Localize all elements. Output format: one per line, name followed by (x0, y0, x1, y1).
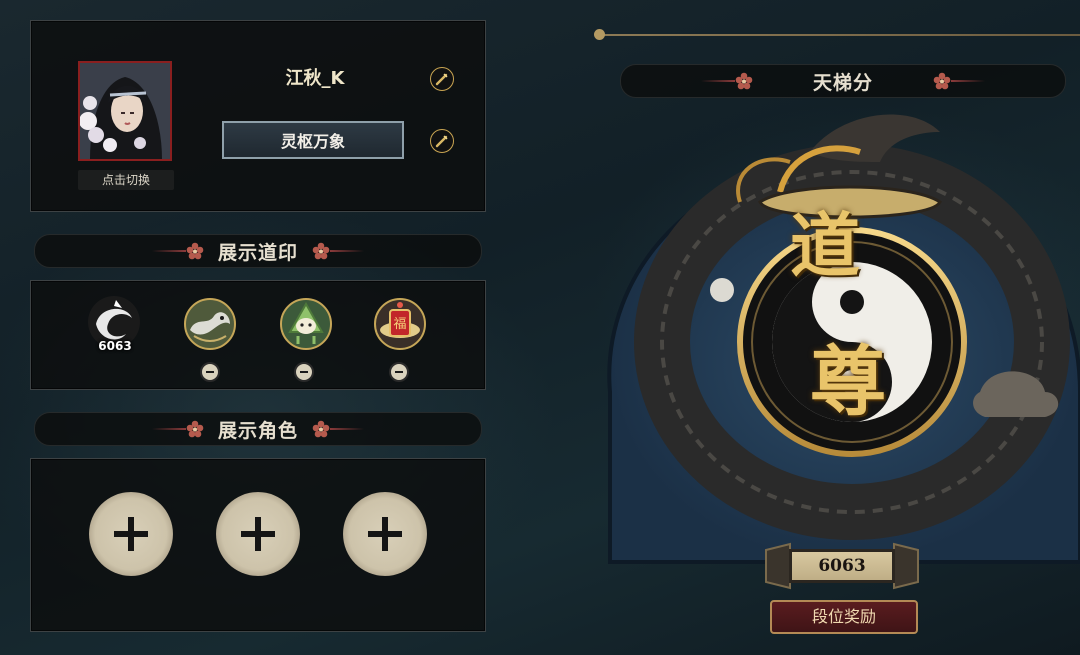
ladder-profile-screen: 点击切换 江秋_K 灵枢万象 展示道印 6063 福 展示角色 天梯分 道 尊 … (0, 0, 1080, 655)
ornament-right (312, 242, 364, 260)
plum-flower-icon (186, 242, 204, 260)
edit-title-button[interactable] (430, 129, 454, 153)
dragon-seal-icon (184, 298, 236, 350)
ornament-right (933, 72, 985, 90)
add-character-button-2[interactable] (216, 492, 300, 576)
characters-section-header: 展示角色 (34, 412, 482, 446)
edit-name-button[interactable] (430, 67, 454, 91)
svg-text:福: 福 (393, 317, 406, 332)
player-name: 江秋_K (285, 68, 345, 89)
seal-slot-3[interactable] (278, 296, 334, 352)
brush-icon (435, 73, 448, 86)
seal-value: 6063 (98, 339, 132, 353)
fortune-lantern-seal-icon: 福 (374, 298, 426, 350)
avatar[interactable] (78, 61, 172, 161)
plum-flower-icon (312, 420, 330, 438)
ornament-left (151, 242, 204, 260)
seal-slot-2[interactable] (182, 296, 238, 352)
remove-seal-button-4[interactable] (389, 362, 409, 382)
zongzi-seal-icon (280, 298, 332, 350)
characters-section-title: 展示角色 (217, 419, 298, 442)
add-character-button-1[interactable] (89, 492, 173, 576)
remove-seal-button-2[interactable] (200, 362, 220, 382)
avatar-switch-label[interactable]: 点击切换 (78, 170, 174, 190)
divider-dot (594, 29, 605, 40)
add-character-button-3[interactable] (343, 492, 427, 576)
rank-reward-button[interactable]: 段位奖励 (770, 600, 918, 634)
seal-slot-4[interactable]: 福 (372, 296, 428, 352)
seals-section-header: 展示道印 (34, 234, 482, 268)
seals-section-title: 展示道印 (217, 241, 298, 264)
ornament-right (312, 420, 364, 438)
remove-seal-button-3[interactable] (294, 362, 314, 382)
brush-icon (435, 135, 448, 148)
plum-flower-icon (735, 72, 753, 90)
rank-char-1: 道 (790, 204, 860, 287)
ornament-left (700, 72, 753, 90)
ladder-title: 天梯分 (812, 71, 873, 94)
divider-line (598, 34, 1080, 36)
plum-flower-icon (312, 242, 330, 260)
plum-flower-icon (186, 420, 204, 438)
player-title-plate: 灵枢万象 (222, 121, 404, 159)
ornament-left (151, 420, 204, 438)
ladder-score: 6063 (789, 549, 895, 583)
plum-flower-icon (933, 72, 951, 90)
rank-char-2: 尊 (810, 337, 886, 426)
